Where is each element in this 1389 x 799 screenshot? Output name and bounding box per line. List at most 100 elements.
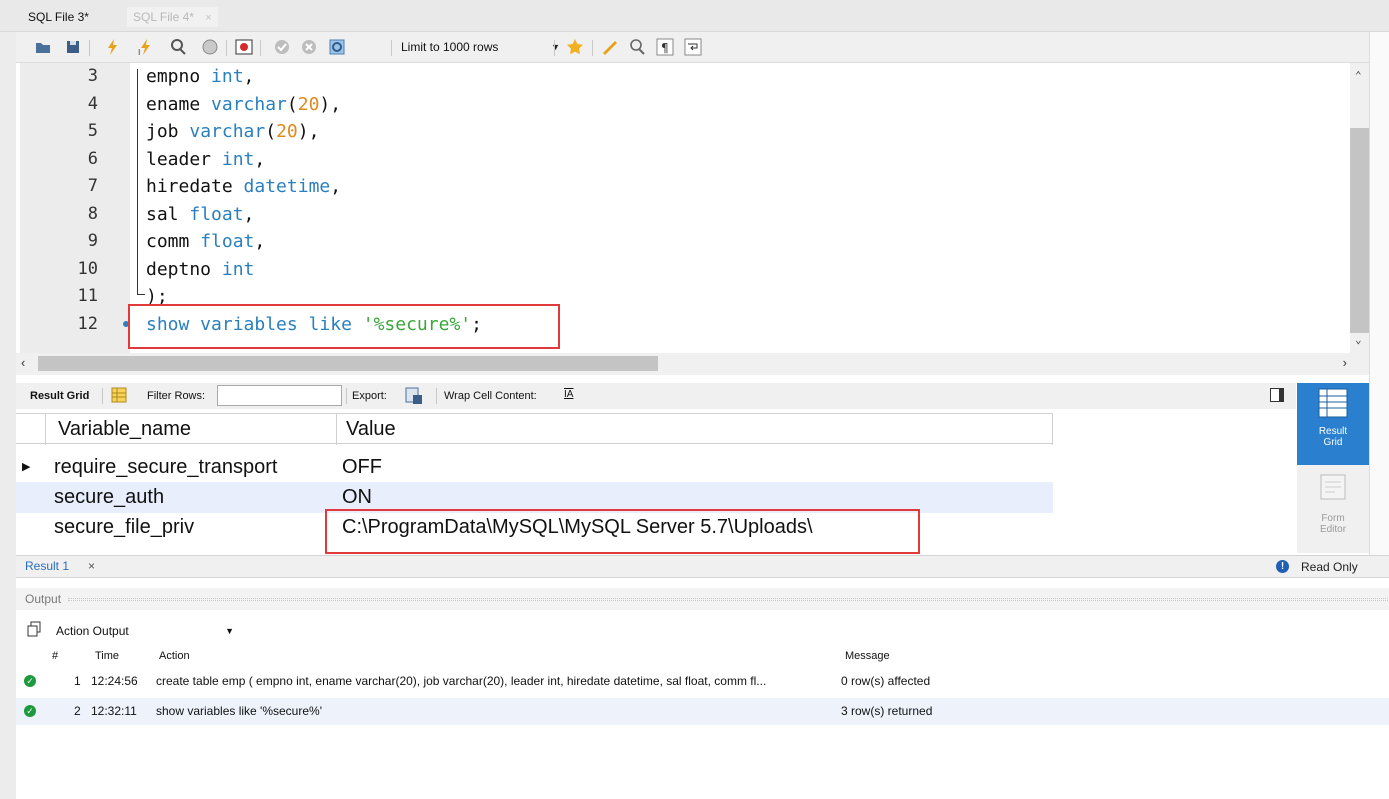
stop-icon[interactable] [201, 38, 219, 56]
code-token: int [211, 66, 244, 87]
output-panel-header: Output [16, 588, 1389, 610]
sql-editor[interactable]: 3 empno int, 4 ename varchar(20), 5 job varch… [16, 63, 1369, 353]
output-row-message: 3 row(s) returned [841, 704, 933, 718]
output-header-row: # Time Action Message [16, 645, 1389, 667]
execute-icon[interactable] [104, 38, 122, 56]
form-editor-button-label: Form Editor [1319, 513, 1347, 535]
invisible-chars-icon[interactable]: ¶ [656, 38, 674, 56]
autocommit-icon[interactable] [328, 38, 346, 56]
cell-variable-name[interactable]: secure_file_priv [54, 512, 194, 543]
save-icon[interactable] [64, 38, 82, 56]
explain-icon[interactable] [169, 38, 187, 56]
code-token: sal [146, 203, 190, 225]
cell-variable-name[interactable]: require_secure_transport [54, 452, 277, 483]
line-number: 12 [77, 313, 98, 334]
line-number: 6 [87, 148, 98, 169]
open-folder-icon[interactable] [34, 38, 52, 56]
code-token: int [221, 148, 255, 170]
rollback-icon[interactable] [300, 38, 318, 56]
code-token: ename [146, 93, 212, 115]
line-number: 4 [87, 93, 98, 114]
wrap-cell-content-label: Wrap Cell Content: [444, 390, 537, 402]
copy-icon[interactable] [26, 621, 42, 637]
commit-icon[interactable] [273, 38, 291, 56]
result-tab-bar: Result 1 × ! Read Only [16, 555, 1389, 578]
fold-marker [137, 69, 138, 295]
result-grid-label[interactable]: Result Grid [30, 390, 89, 402]
line-number: 9 [87, 231, 98, 251]
code-line: empno int, [146, 66, 254, 87]
wrap-cell-icon[interactable]: IA [564, 389, 573, 400]
code-token: 20 [276, 121, 298, 142]
code-line: ename varchar(20), [146, 94, 341, 115]
sql-editor-toolbar: I Limit to 1000 rows ▼ ¶ [16, 32, 1369, 63]
code-token: ( [286, 93, 298, 115]
form-editor-button[interactable]: Form Editor [1297, 469, 1369, 551]
output-row-action: show variables like '%secure%' [156, 704, 322, 718]
output-type-select[interactable]: Action Output ▼ [52, 620, 240, 642]
code-token: job [146, 121, 190, 142]
code-token: , [254, 231, 266, 252]
close-icon[interactable]: × [205, 12, 211, 24]
toggle-error-icon[interactable] [235, 38, 253, 56]
scrollbar-thumb[interactable] [1350, 128, 1369, 333]
output-title: Output [25, 592, 62, 606]
result-grid-button[interactable]: Result Grid [1297, 383, 1369, 465]
grid-header-row: Variable_name Value [16, 413, 1053, 445]
output-row[interactable]: ✓ 1 12:24:56 create table emp ( empno int, … [16, 668, 1389, 695]
column-header-variable-name[interactable]: Variable_name [58, 414, 191, 445]
vertical-scrollbar[interactable]: ⌃ ⌄ [1350, 63, 1369, 353]
tab-label: SQL File 3* [28, 10, 89, 24]
line-number: 10 [77, 258, 98, 279]
column-header-message[interactable]: Message [845, 645, 890, 667]
panel-toggle-icon[interactable] [1270, 388, 1284, 402]
result-toolbar: Result Grid Filter Rows: Export: Wrap Ce… [16, 383, 1296, 409]
output-row-number: 1 [74, 674, 81, 688]
chevron-right-icon[interactable]: › [1343, 355, 1347, 370]
beautify-icon[interactable] [601, 38, 619, 56]
info-icon: ! [1276, 560, 1289, 573]
find-icon[interactable] [628, 38, 646, 56]
tab-sql-file-4[interactable]: SQL File 4* × [127, 7, 218, 27]
right-side-panel-edge [1369, 32, 1389, 555]
highlight-box-query [128, 304, 560, 349]
chevron-up-icon[interactable]: ⌃ [1355, 69, 1362, 82]
execute-current-icon[interactable]: I [137, 38, 155, 57]
export-label: Export: [352, 390, 387, 402]
line-number: 3 [87, 66, 98, 86]
limit-rows-select[interactable]: Limit to 1000 rows ▼ [401, 37, 566, 58]
svg-text:I: I [138, 48, 140, 56]
scrollbar-thumb[interactable] [38, 356, 658, 371]
column-header-num[interactable]: # [52, 645, 58, 667]
close-icon[interactable]: × [88, 559, 95, 573]
code-token: empno [146, 66, 212, 87]
read-only-label: Read Only [1301, 560, 1358, 574]
code-token: hiredate [146, 176, 244, 197]
tab-sql-file-3[interactable]: SQL File 3* [22, 7, 95, 27]
cell-value[interactable]: OFF [342, 452, 382, 483]
chevron-down-icon[interactable]: ⌄ [1355, 333, 1362, 346]
code-token: int [221, 258, 255, 280]
result-view-sidebar: Result Grid Form Editor [1297, 383, 1369, 553]
code-token: datetime [243, 176, 331, 197]
cell-variable-name[interactable]: secure_auth [54, 482, 164, 513]
tab-result-1[interactable]: Result 1 [25, 559, 69, 573]
left-edge-strip [0, 0, 16, 799]
wrap-icon[interactable] [684, 38, 702, 56]
column-header-time[interactable]: Time [95, 645, 119, 667]
output-row[interactable]: ✓ 2 12:32:11 show variables like '%secure%'… [16, 698, 1389, 725]
column-header-action[interactable]: Action [159, 645, 190, 667]
export-icon[interactable] [405, 387, 423, 405]
filter-rows-input[interactable] [217, 385, 342, 406]
code-line: sal float, [146, 204, 254, 225]
horizontal-scrollbar[interactable]: ‹ › [16, 353, 1369, 375]
filter-rows-label: Filter Rows: [147, 390, 206, 402]
line-number: 8 [87, 203, 98, 224]
code-line: job varchar(20), [146, 121, 319, 142]
chevron-left-icon[interactable]: ‹ [21, 355, 25, 370]
chevron-down-icon: ▼ [551, 42, 560, 52]
column-header-value[interactable]: Value [346, 414, 396, 445]
table-row[interactable]: ▶ require_secure_transport OFF [16, 452, 1053, 483]
fold-marker-end [137, 294, 145, 295]
favorite-icon[interactable] [566, 38, 584, 56]
